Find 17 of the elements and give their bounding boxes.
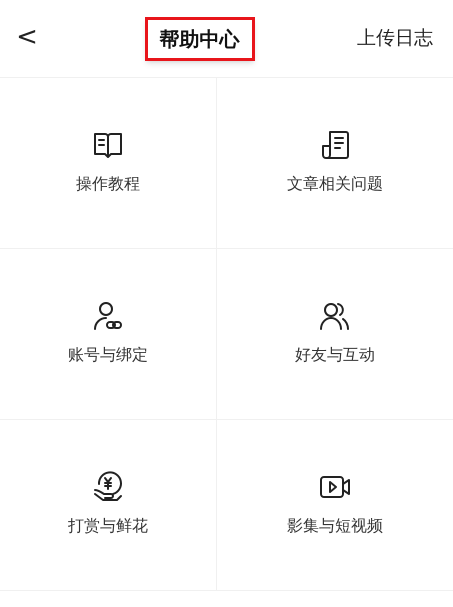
- topic-tile[interactable]: 打赏与鲜花: [0, 420, 217, 591]
- topic-tile[interactable]: 操作教程: [0, 78, 217, 249]
- topic-label: 打赏与鲜花: [68, 515, 148, 537]
- topic-tile[interactable]: 好友与互动: [217, 249, 453, 420]
- topic-label: 操作教程: [76, 173, 140, 195]
- upload-log-button[interactable]: 上传日志: [357, 24, 441, 53]
- topic-tile[interactable]: 账号与绑定: [0, 249, 217, 420]
- topic-tile[interactable]: 影集与短视频: [217, 420, 453, 591]
- coin-hand-icon: [91, 470, 125, 504]
- topic-label: 好友与互动: [295, 344, 375, 366]
- topic-label: 文章相关问题: [287, 173, 383, 195]
- back-button[interactable]: <: [12, 24, 42, 54]
- topic-label: 影集与短视频: [287, 515, 383, 537]
- topic-tile[interactable]: 文章相关问题: [217, 78, 453, 249]
- page-title: 帮助中心: [160, 26, 240, 50]
- topic-label: 账号与绑定: [68, 344, 148, 366]
- person-link-icon: [91, 299, 125, 333]
